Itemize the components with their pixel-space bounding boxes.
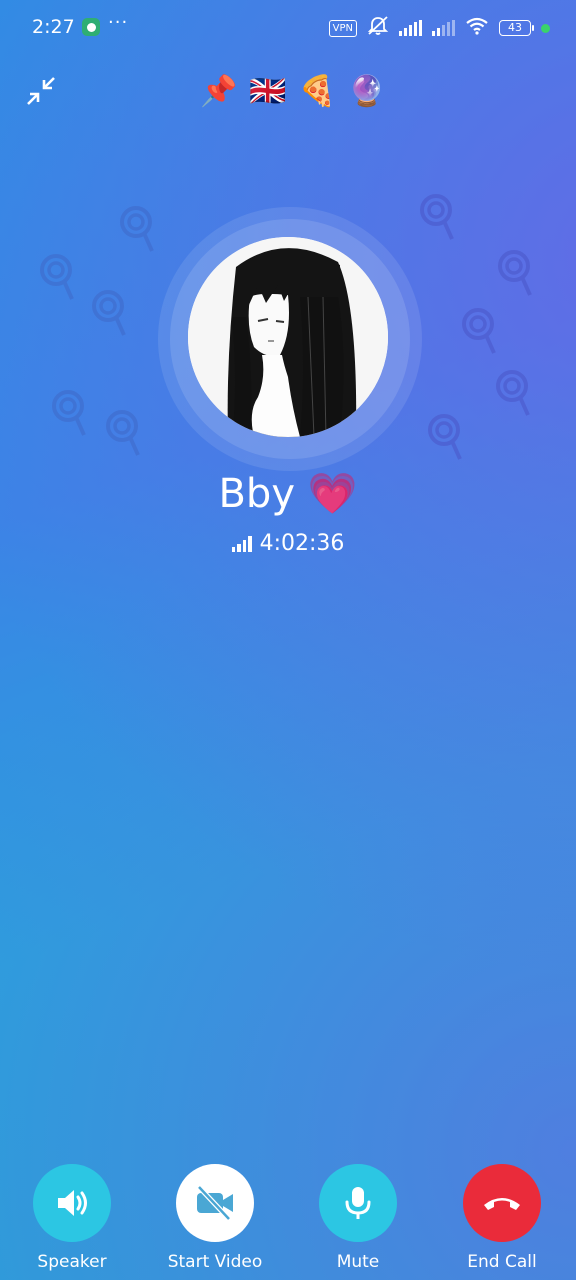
connection-quality-icon [231, 536, 252, 552]
hang-up-icon [484, 1198, 520, 1210]
lollipop-icon [92, 290, 126, 340]
start-video-label: Start Video [167, 1252, 263, 1272]
emoji-key-row: 📌 🇬🇧 🍕 🔮 [200, 74, 385, 110]
lollipop-icon [106, 410, 140, 460]
muted-bell-icon [367, 16, 389, 40]
speaker-control: Speaker [12, 1160, 132, 1274]
speaker-button[interactable] [33, 1164, 111, 1242]
background-gradient [0, 0, 576, 1280]
caller-avatar[interactable] [188, 237, 388, 437]
vpn-icon: VPN [328, 19, 357, 37]
status-icons: VPN 43 [328, 16, 550, 40]
uk-flag-emoji: 🇬🇧 [249, 74, 287, 109]
start-video-button[interactable] [176, 1164, 254, 1242]
pizza-emoji: 🍕 [298, 74, 337, 109]
mute-label: Mute [336, 1252, 380, 1272]
status-time: 2:27 [32, 16, 75, 38]
call-duration-text: 4:02:36 [259, 531, 345, 556]
end-call-button[interactable] [463, 1164, 541, 1242]
end-call-label: End Call [467, 1252, 537, 1272]
lollipop-icon [40, 254, 74, 304]
lollipop-icon [428, 414, 462, 464]
mute-button[interactable] [319, 1164, 397, 1242]
lollipop-icon [52, 390, 86, 440]
lollipop-icon [420, 194, 454, 244]
end-call-control: End Call [442, 1160, 562, 1274]
status-bar: 2:27 ··· VPN 43 [0, 0, 576, 58]
caller-name: Bby 💗 [218, 471, 358, 517]
signal-strength-icon [399, 20, 422, 36]
video-off-icon [197, 1185, 233, 1221]
lollipop-icon [120, 206, 154, 256]
microphone-icon [345, 1187, 371, 1219]
lollipop-icon [498, 250, 532, 300]
call-duration: 4:02:36 [0, 530, 576, 560]
privacy-indicator-icon [541, 23, 550, 33]
signal-strength-icon-2 [432, 20, 455, 36]
call-controls: Speaker Start Video Mute End Call [0, 1160, 576, 1280]
minimize-call-button[interactable] [24, 74, 60, 110]
crystal-ball-emoji: 🔮 [348, 74, 386, 109]
speaker-label: Speaker [37, 1252, 107, 1272]
more-notifications-icon: ··· [108, 12, 129, 33]
mute-control: Mute [298, 1160, 418, 1274]
anime-girl-portrait-illustration [188, 237, 388, 437]
app-notification-icon [82, 18, 100, 36]
lollipop-icon [462, 308, 496, 358]
start-video-control: Start Video [155, 1160, 275, 1274]
battery-icon: 43 [499, 20, 534, 36]
wifi-icon [465, 17, 489, 39]
lollipop-icon [496, 370, 530, 420]
collapse-arrows-icon [27, 77, 55, 105]
pushpin-emoji: 📌 [200, 74, 238, 109]
speaker-icon [58, 1190, 87, 1216]
